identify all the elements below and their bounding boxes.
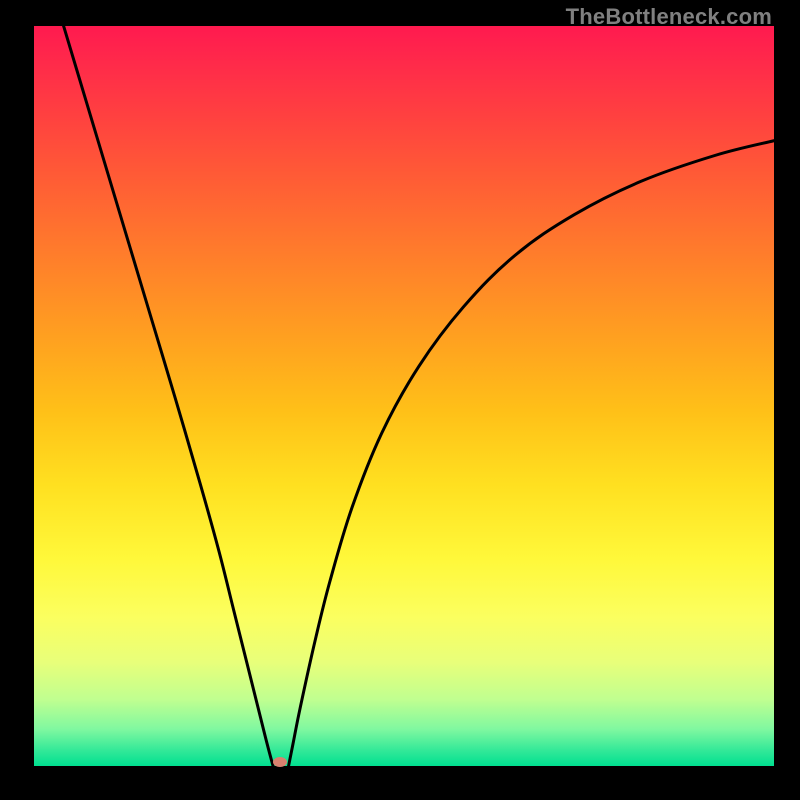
plot-bg bbox=[34, 26, 774, 766]
watermark-text: TheBottleneck.com bbox=[566, 4, 772, 30]
